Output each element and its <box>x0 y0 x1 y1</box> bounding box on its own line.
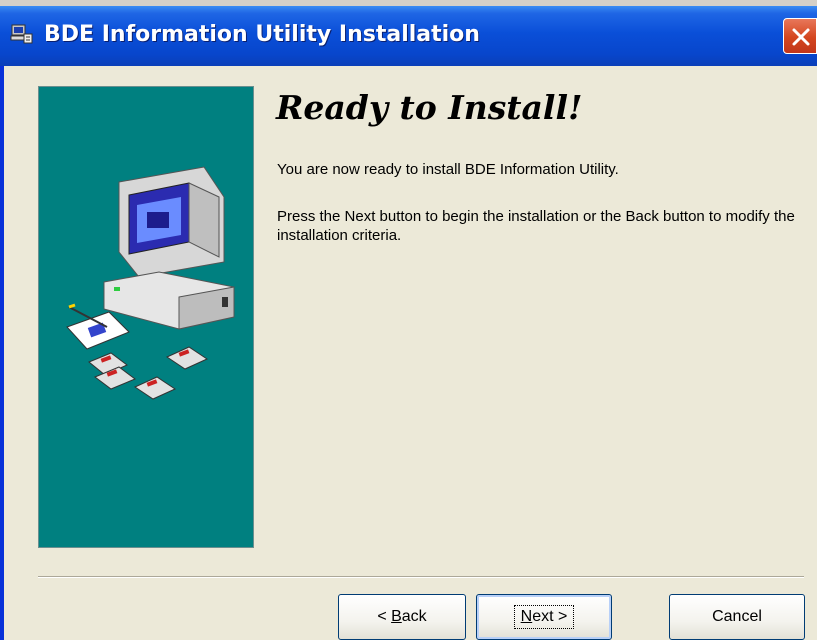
next-button[interactable]: Next > <box>476 594 612 640</box>
page-heading: Ready to Install! <box>276 88 583 127</box>
button-separator <box>38 576 804 578</box>
computer-with-floppy-disks-illustration <box>66 166 235 400</box>
installer-window: BDE Information Utility Installation Rea… <box>0 6 817 640</box>
next-button-label: Next > <box>513 605 575 629</box>
wizard-body: Ready to Install! You are now ready to i… <box>4 66 817 640</box>
back-button[interactable]: < Back <box>338 594 466 640</box>
instruction-message: Press the Next button to begin the insta… <box>277 208 795 244</box>
close-icon <box>792 28 810 46</box>
ready-message: You are now ready to install BDE Informa… <box>277 161 619 178</box>
window-title: BDE Information Utility Installation <box>44 22 480 47</box>
title-bar[interactable]: BDE Information Utility Installation <box>0 6 817 66</box>
back-button-label: < Back <box>377 608 427 625</box>
cancel-button[interactable]: Cancel <box>669 594 805 640</box>
cancel-button-label: Cancel <box>712 608 762 625</box>
side-panel <box>38 86 254 548</box>
installer-icon <box>10 22 34 46</box>
close-button[interactable] <box>783 18 817 54</box>
